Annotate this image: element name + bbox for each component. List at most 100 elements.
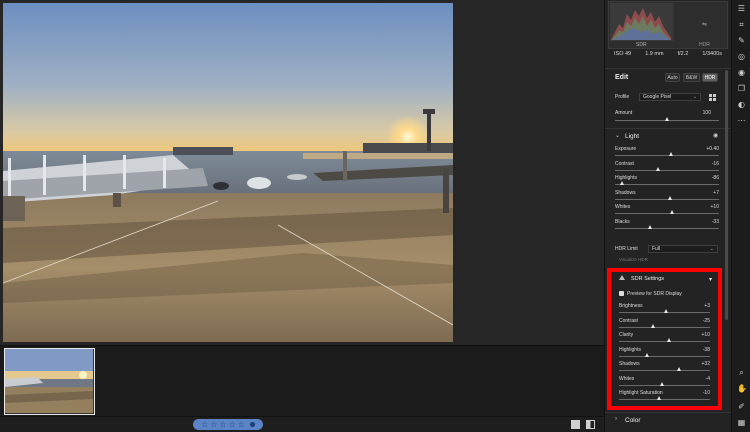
light-section-header[interactable]: ⌄ Light ◉ — [605, 128, 732, 142]
shutter-value: 1/3400s — [702, 51, 722, 57]
sdr-brightness-value[interactable]: +3 — [680, 303, 710, 309]
light-highlights-slider-track[interactable] — [615, 184, 719, 186]
color-title: Color — [625, 417, 641, 424]
sdr-highlight-saturation-slider-track[interactable] — [619, 399, 710, 400]
light-highlights-slider-thumb[interactable] — [619, 181, 624, 186]
profile-label: Profile — [615, 94, 630, 100]
light-shadows-value[interactable]: +7 — [689, 190, 719, 196]
light-blacks-slider-track[interactable] — [615, 228, 719, 229]
amount-label: Amount — [615, 110, 633, 116]
aperture-value: f/2.2 — [677, 51, 689, 57]
photo-canvas[interactable] — [0, 0, 604, 345]
profile-browser-icon[interactable] — [709, 94, 716, 101]
light-highlights-value[interactable]: -86 — [689, 175, 719, 181]
light-whites-value[interactable]: +10 — [689, 204, 719, 210]
iso-value: ISO 49 — [614, 51, 632, 57]
auto-button[interactable]: Auto — [665, 73, 680, 82]
color-sampler-icon[interactable]: ✐ — [737, 402, 746, 411]
tool-strip: ☰ ⌗ ✎ ◎ ◉ ❐ ◐ ⋯ ⌕ ✋ ✐ ▦ — [731, 0, 750, 432]
visualize-hdr-label[interactable]: Visualize HDR — [619, 257, 648, 262]
sdr-shadows-value[interactable]: +32 — [680, 361, 710, 367]
hand-icon[interactable]: ✋ — [737, 384, 747, 393]
zoom-icon[interactable]: ⌕ — [737, 368, 746, 377]
rating-star-4[interactable]: ☆ — [229, 420, 236, 430]
star-rating[interactable]: ☆ ☆ ☆ ☆ ☆ — [193, 419, 263, 430]
eye-icon[interactable]: ◉ — [713, 132, 718, 139]
sdr-settings-title: SDR Settings — [631, 276, 665, 282]
light-whites-label: Whites — [615, 204, 631, 211]
sdr-shadows-slider-track[interactable] — [619, 370, 710, 371]
light-exposure-slider-thumb[interactable] — [668, 152, 673, 156]
light-blacks-slider-thumb[interactable] — [647, 225, 652, 229]
sdr-whites-label: Whites — [619, 375, 635, 382]
hdr-icon: ⇋ — [702, 22, 708, 28]
rating-star-2[interactable]: ☆ — [210, 420, 217, 430]
main-photo[interactable] — [3, 3, 453, 342]
more-icon[interactable]: ⋯ — [737, 116, 746, 125]
presets-icon[interactable]: ◐ — [737, 100, 746, 109]
light-shadows-label: Shadows — [615, 189, 636, 196]
sdr-whites-slider-track[interactable] — [619, 384, 710, 386]
color-section-header[interactable]: › Color — [605, 412, 732, 426]
light-shadows-slider-thumb[interactable] — [667, 195, 672, 200]
light-blacks-value[interactable]: -33 — [689, 219, 719, 225]
bottom-bar: ☆ ☆ ☆ ☆ ☆ — [0, 416, 604, 432]
single-view-icon[interactable] — [571, 420, 580, 429]
preview-sdr-checkbox[interactable] — [619, 291, 624, 296]
sdr-contrast-slider-track[interactable] — [619, 326, 710, 328]
eye-icon[interactable]: ◉ — [737, 68, 746, 77]
sdr-highlight-saturation-slider-thumb[interactable] — [657, 396, 662, 400]
light-contrast-value[interactable]: -16 — [689, 161, 719, 167]
collapse-triangle-icon[interactable]: ▾ — [709, 276, 712, 283]
light-contrast-slider-track[interactable] — [615, 169, 719, 171]
profile-dropdown[interactable]: Google Pixel ⌄ — [639, 93, 701, 101]
hdr-limit-label: HDR Limit — [615, 246, 638, 252]
rating-star-3[interactable]: ☆ — [219, 420, 226, 430]
sdr-brightness-slider-thumb[interactable] — [663, 309, 668, 313]
sdr-shadows-slider-thumb[interactable] — [676, 367, 681, 371]
sdr-contrast-value[interactable]: -25 — [680, 318, 710, 324]
sdr-whites-slider-thumb[interactable] — [660, 381, 665, 386]
sdr-highlights-slider-track[interactable] — [619, 355, 710, 357]
sliders-icon[interactable]: ☰ — [737, 4, 746, 13]
light-whites-slider-track[interactable] — [615, 213, 719, 215]
hdr-limit-dropdown[interactable]: Full ⌄ — [648, 245, 718, 253]
sdr-highlight-saturation-value[interactable]: -10 — [680, 390, 710, 396]
healing-brush-icon[interactable]: ✎ — [737, 36, 746, 45]
filmstrip — [0, 345, 604, 416]
amount-slider-thumb[interactable] — [664, 117, 669, 121]
hdr-button[interactable]: HDR — [702, 73, 718, 82]
sdr-settings-header[interactable]: SDR Settings ▾ — [611, 272, 718, 286]
sdr-clarity-slider-thumb[interactable] — [666, 338, 671, 342]
sdr-clarity-value[interactable]: +10 — [680, 332, 710, 338]
filmstrip-thumbnail[interactable] — [4, 348, 95, 415]
edit-title: Edit — [615, 74, 629, 81]
red-eye-icon[interactable]: ◎ — [737, 52, 746, 61]
sdr-highlights-value[interactable]: -38 — [680, 347, 710, 353]
sdr-highlights-label: Highlights — [619, 346, 641, 353]
focal-length-value: 1.9 mm — [645, 51, 664, 57]
sdr-clarity-label: Clarity — [619, 332, 634, 338]
light-contrast-slider-thumb[interactable] — [656, 166, 661, 171]
sdr-highlights-slider-thumb[interactable] — [644, 352, 649, 357]
sdr-whites-value[interactable]: -4 — [680, 376, 710, 382]
thumbnail-image — [5, 349, 93, 413]
sdr-clarity-slider-track[interactable] — [619, 341, 710, 342]
sdr-contrast-slider-thumb[interactable] — [651, 323, 656, 328]
amount-value[interactable]: 100 — [681, 110, 711, 116]
rating-star-1[interactable]: ☆ — [201, 420, 208, 430]
before-after-view-icon[interactable] — [586, 420, 595, 429]
chevron-down-icon: ⌄ — [615, 133, 621, 139]
black-white-button[interactable]: B&W — [683, 73, 700, 82]
reject-flag-icon[interactable] — [249, 422, 255, 427]
light-whites-slider-thumb[interactable] — [669, 210, 674, 215]
photo-image — [3, 3, 453, 342]
rating-star-5[interactable]: ☆ — [238, 420, 245, 430]
hdr-limit-value: Full — [652, 246, 661, 252]
grid-icon[interactable]: ▦ — [737, 418, 746, 427]
panel-scrollbar[interactable] — [725, 70, 728, 320]
layers-icon[interactable]: ❐ — [737, 84, 746, 93]
light-exposure-value[interactable]: +0.40 — [689, 146, 719, 152]
crop-icon[interactable]: ⌗ — [737, 20, 746, 29]
light-exposure-slider-track[interactable] — [615, 155, 719, 156]
